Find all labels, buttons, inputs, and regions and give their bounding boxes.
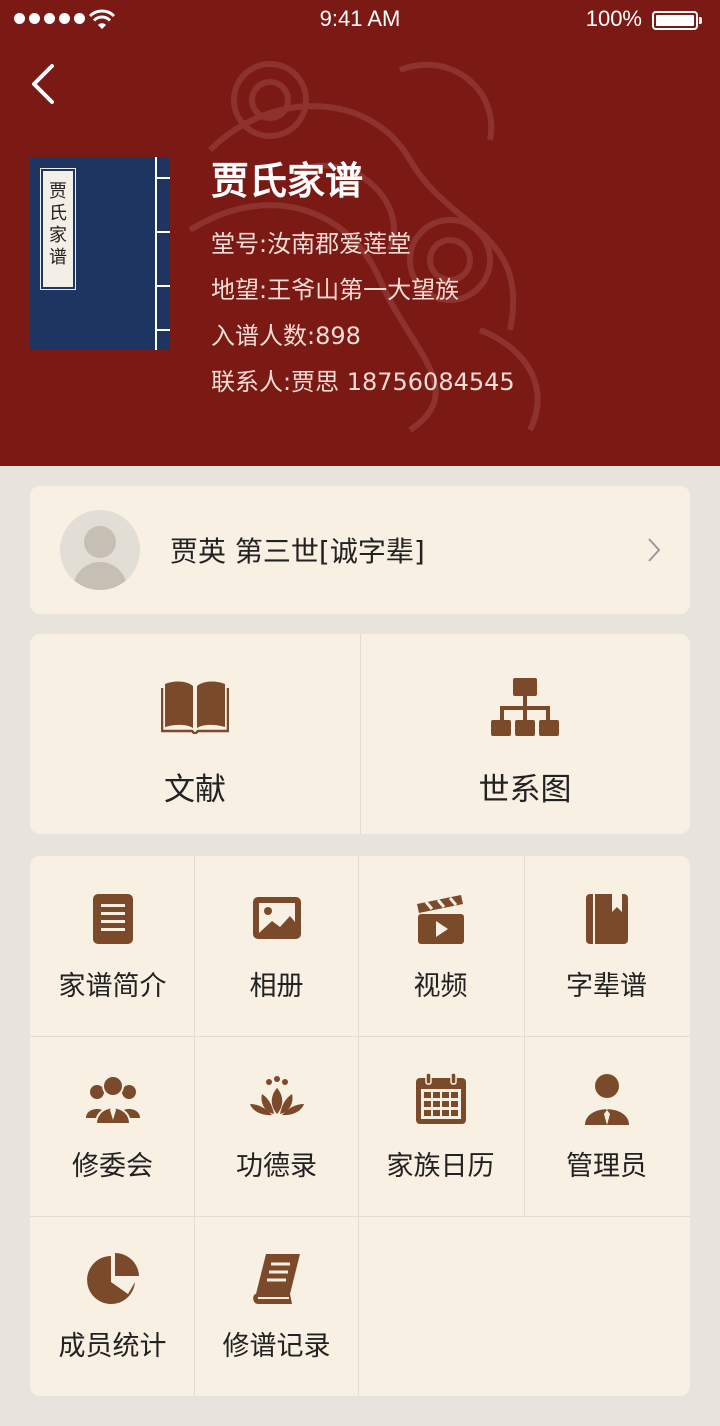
video-label: 视频 — [413, 971, 468, 1002]
book-record-icon — [253, 1254, 300, 1304]
family-tree-label: 世系图 — [478, 772, 572, 808]
genealogy-book-cover: 贾 氏 家 谱 — [30, 157, 170, 350]
genealogy-intro-button[interactable]: 家谱简介 — [30, 856, 195, 1036]
member-statistics-label: 成员统计 — [58, 1331, 167, 1362]
video-button[interactable]: 视频 — [358, 856, 523, 1036]
profile-name: 贾英 第三世[诚字辈] — [170, 535, 425, 568]
chevron-right-icon — [648, 538, 661, 562]
clapperboard-icon — [417, 895, 464, 944]
open-book-icon — [161, 681, 229, 734]
profile-card[interactable]: 贾英 第三世[诚字辈] — [30, 486, 690, 614]
genealogy-intro-label: 家谱简介 — [58, 971, 167, 1002]
merit-record-button[interactable]: 功德录 — [194, 1036, 359, 1216]
administrator-label: 管理员 — [566, 1151, 647, 1182]
admin-icon — [585, 1074, 629, 1125]
merit-record-label: 功德录 — [236, 1151, 317, 1182]
hall-name: 堂号:汝南郡爱莲堂 — [211, 230, 412, 258]
family-title: 贾氏家谱 — [211, 159, 364, 203]
album-button[interactable]: 相册 — [194, 856, 359, 1036]
avatar — [60, 510, 140, 590]
feature-grid: 家谱简介 相册 视频 字辈谱 修委会 功德录 家族日历 管理员 成员统计 修谱记… — [30, 856, 690, 1396]
back-arrow-icon[interactable] — [26, 58, 60, 110]
editorial-committee-label: 修委会 — [72, 1151, 153, 1182]
literature-label: 文献 — [164, 772, 226, 808]
administrator-button[interactable]: 管理员 — [524, 1036, 689, 1216]
calendar-icon — [416, 1072, 466, 1124]
status-bar: 9:41 AM 100% — [0, 0, 720, 40]
generation-names-button[interactable]: 字辈谱 — [524, 856, 689, 1036]
book-label: 贾 氏 家 谱 — [40, 168, 76, 290]
family-tree-button[interactable]: 世系图 — [360, 634, 690, 834]
battery-icon — [652, 11, 702, 30]
pie-chart-icon — [87, 1253, 139, 1304]
revision-record-button[interactable]: 修谱记录 — [194, 1216, 359, 1396]
lotus-icon — [250, 1076, 304, 1116]
editorial-committee-button[interactable]: 修委会 — [30, 1036, 195, 1216]
family-calendar-button[interactable]: 家族日历 — [358, 1036, 523, 1216]
album-label: 相册 — [249, 971, 304, 1002]
member-statistics-button[interactable]: 成员统计 — [30, 1216, 195, 1396]
literature-button[interactable]: 文献 — [30, 634, 360, 834]
generation-names-label: 字辈谱 — [566, 971, 647, 1002]
member-count: 入谱人数:898 — [211, 322, 361, 350]
contact-person: 联系人:贾思 18756084545 — [211, 368, 515, 396]
revision-record-label: 修谱记录 — [222, 1331, 331, 1362]
picture-icon — [253, 897, 301, 939]
main-actions-card: 文献 世系图 — [30, 634, 690, 834]
family-calendar-label: 家族日历 — [386, 1151, 495, 1182]
origin-place: 地望:王爷山第一大望族 — [211, 276, 460, 304]
org-chart-icon — [491, 678, 559, 736]
battery-percent: 100% — [585, 6, 642, 31]
document-icon — [93, 894, 133, 944]
group-icon — [86, 1075, 140, 1125]
bookmark-book-icon — [586, 894, 628, 944]
